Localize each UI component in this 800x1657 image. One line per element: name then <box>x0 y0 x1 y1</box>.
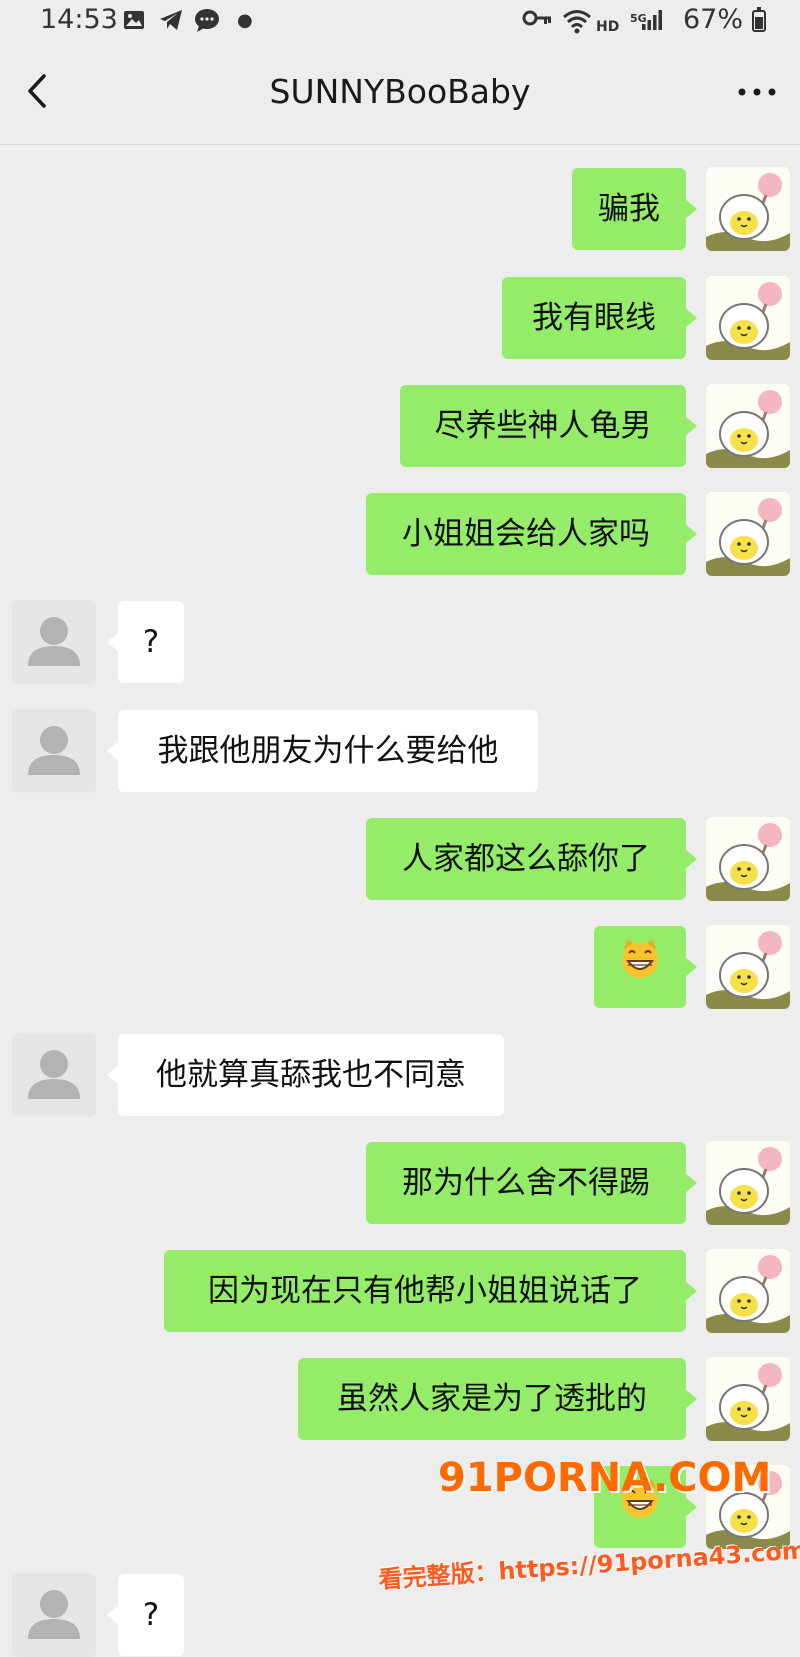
message-text: 那为什么舍不得踢 <box>402 1165 650 1201</box>
telegram-icon <box>158 8 184 39</box>
message-text: 因为现在只有他帮小姐姐说话了 <box>208 1273 642 1309</box>
sender-avatar[interactable] <box>706 167 790 251</box>
sent-message-bubble[interactable]: 那为什么舍不得踢 <box>366 1142 697 1224</box>
grinning-cat-emoji-icon <box>619 928 661 1010</box>
wifi-icon <box>562 8 592 41</box>
contact-avatar[interactable] <box>12 1573 96 1657</box>
sent-message-bubble[interactable]: 我有眼线 <box>502 277 697 359</box>
sent-message-bubble[interactable]: 人家都这么舔你了 <box>366 818 697 900</box>
received-message-bubble[interactable]: ? <box>107 1574 184 1656</box>
sent-message-bubble[interactable]: 虽然人家是为了透批的 <box>298 1358 697 1440</box>
sticker-avatar-icon <box>706 817 790 901</box>
watermark-brand: 91PORNA.COM <box>438 1455 772 1501</box>
message-text: 他就算真舔我也不同意 <box>156 1057 466 1093</box>
signal-icon <box>640 8 664 39</box>
message-text: ? <box>142 1597 160 1633</box>
user-avatar-icon <box>12 600 96 684</box>
sticker-avatar-icon <box>706 1141 790 1225</box>
sticker-avatar-icon <box>706 1357 790 1441</box>
sender-avatar[interactable] <box>706 1141 790 1225</box>
sender-avatar[interactable] <box>706 384 790 468</box>
message-text: ? <box>142 624 160 660</box>
chat-header: SUNNYBooBaby <box>0 44 800 145</box>
chat-notification-icon <box>194 8 220 39</box>
sticker-avatar-icon <box>706 1249 790 1333</box>
received-message-bubble[interactable]: 我跟他朋友为什么要给他 <box>107 710 538 792</box>
message-text: 我有眼线 <box>532 300 656 336</box>
key-icon <box>522 8 552 35</box>
sender-avatar[interactable] <box>706 925 790 1009</box>
watermark: 91PORNA.COM 看完整版：https://91porna43.com <box>377 1455 800 1605</box>
contact-avatar[interactable] <box>12 1033 96 1117</box>
user-avatar-icon <box>12 1573 96 1657</box>
sender-avatar[interactable] <box>706 817 790 901</box>
sender-avatar[interactable] <box>706 1357 790 1441</box>
watermark-url: 看完整版：https://91porna43.com <box>377 1536 800 1594</box>
sender-avatar[interactable] <box>706 276 790 360</box>
message-text: 尽养些神人龟男 <box>434 408 652 444</box>
more-options-icon <box>738 88 776 96</box>
sent-message-bubble[interactable]: 尽养些神人龟男 <box>400 385 697 467</box>
sent-message-bubble[interactable]: 因为现在只有他帮小姐姐说话了 <box>164 1250 697 1332</box>
chat-title: SUNNYBooBaby <box>269 72 531 111</box>
sticker-avatar-icon <box>706 384 790 468</box>
gallery-icon <box>122 8 146 39</box>
sender-avatar[interactable] <box>706 1249 790 1333</box>
sent-message-bubble[interactable]: 小姐姐会给人家吗 <box>366 493 697 575</box>
sticker-avatar-icon <box>706 167 790 251</box>
message-text: 我跟他朋友为什么要给他 <box>157 733 499 769</box>
received-message-bubble[interactable]: 他就算真舔我也不同意 <box>107 1034 504 1116</box>
status-time: 14:53 <box>40 4 118 35</box>
contact-avatar[interactable] <box>12 709 96 793</box>
hd-label: HD <box>596 19 620 35</box>
battery-icon <box>752 7 766 32</box>
sent-message-bubble[interactable]: 骗我 <box>572 168 697 250</box>
sticker-avatar-icon <box>706 925 790 1009</box>
contact-avatar[interactable] <box>12 600 96 684</box>
user-avatar-icon <box>12 709 96 793</box>
received-message-bubble[interactable]: ? <box>107 601 184 683</box>
sticker-avatar-icon <box>706 276 790 360</box>
sticker-avatar-icon <box>706 492 790 576</box>
user-avatar-icon <box>12 1033 96 1117</box>
message-text: 骗我 <box>598 191 660 227</box>
sender-avatar[interactable] <box>706 492 790 576</box>
message-text: 虽然人家是为了透批的 <box>337 1381 647 1417</box>
status-bar: 14:53 ● HD 5G 67% <box>0 0 800 44</box>
message-text: 小姐姐会给人家吗 <box>402 516 650 552</box>
message-text: 人家都这么舔你了 <box>402 841 650 877</box>
dot-icon: ● <box>237 10 253 31</box>
more-options-button[interactable] <box>732 74 782 110</box>
sent-message-bubble[interactable] <box>594 926 697 1010</box>
battery-percentage: 67% <box>683 4 744 35</box>
